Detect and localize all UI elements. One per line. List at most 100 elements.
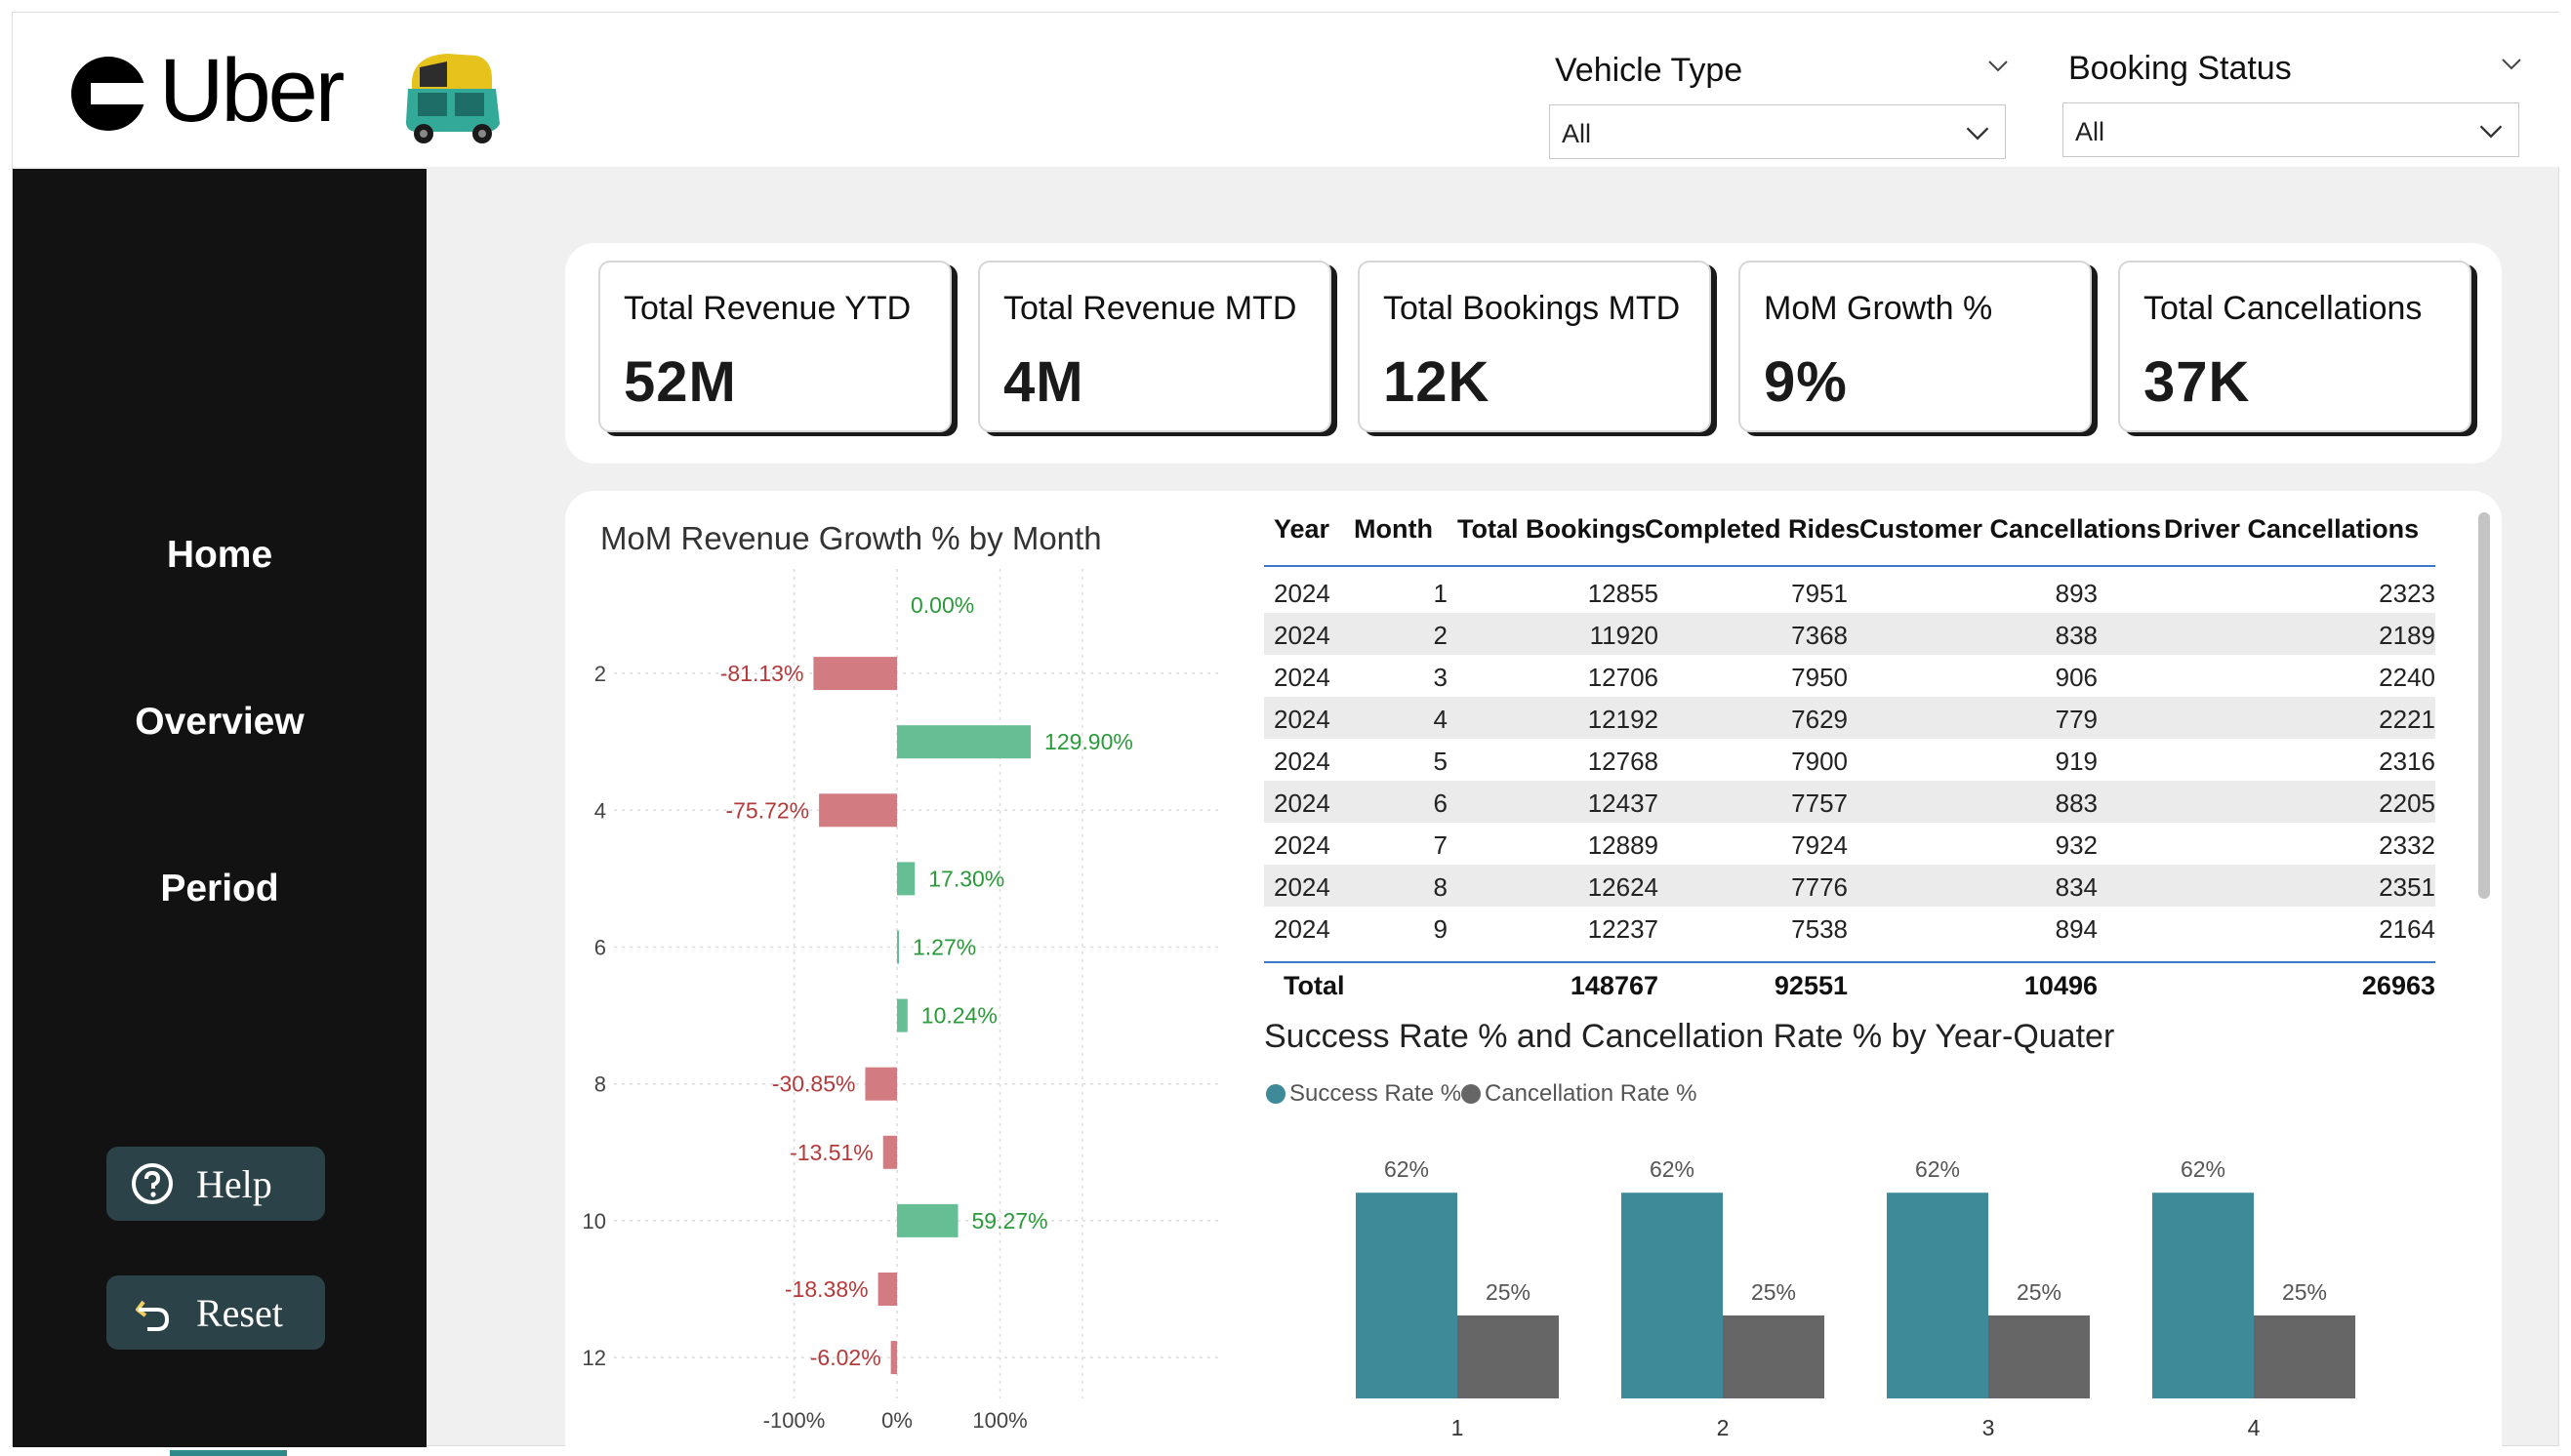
data-label: 0.00% [911, 592, 974, 618]
table-cell: 7538 [1791, 914, 1848, 944]
booking-status-label: Booking Status [2068, 50, 2292, 87]
help-button[interactable]: Help [106, 1147, 325, 1221]
table-cell: 2024 [1274, 872, 1330, 902]
data-label: -81.13% [720, 661, 804, 686]
table-cell: 12437 [1587, 789, 1658, 818]
table-cell: 894 [2055, 914, 2098, 944]
column-header[interactable]: Driver Cancellations [2164, 514, 2419, 545]
table-cell: 2323 [2379, 579, 2435, 608]
table-cell: 7924 [1791, 830, 1848, 860]
legend-label: Success Rate % [1289, 1080, 1462, 1107]
data-label: -30.85% [772, 1072, 856, 1097]
reset-button[interactable]: Reset [106, 1275, 325, 1350]
x-tick-label: 0% [881, 1408, 913, 1433]
data-label: -18.38% [785, 1276, 869, 1302]
success-rate-chart-title: Success Rate % and Cancellation Rate % b… [1264, 1018, 2115, 1055]
booking-status-dropdown[interactable]: All [2062, 102, 2519, 157]
column-header[interactable]: Year [1274, 514, 1329, 545]
table-row[interactable]: 2024 6 12437 7757 883 2205 [1264, 781, 2435, 823]
kpi-value: 37K [2143, 350, 2251, 414]
data-label: 25% [2017, 1279, 2061, 1305]
kpi-title: Total Cancellations [2143, 290, 2423, 327]
mom-chart-title: MoM Revenue Growth % by Month [600, 520, 1102, 556]
table-cell: 4 [1433, 705, 1448, 734]
column-header[interactable]: Total Bookings [1457, 514, 1646, 545]
table-row[interactable]: 2024 8 12624 7776 834 2351 [1264, 865, 2435, 907]
table-cell: 12624 [1587, 872, 1658, 902]
table-row[interactable]: 2024 9 12237 7538 894 2164 [1264, 907, 2435, 949]
x-tick-label: 1 [1451, 1415, 1464, 1440]
chevron-down-icon[interactable] [1986, 54, 2010, 77]
header: Uber Vehicle Type All Booking Status All [13, 13, 2560, 167]
kpi-title: MoM Growth % [1764, 290, 1993, 327]
legend-success-rate: Success Rate % [1266, 1080, 1461, 1108]
table-cell: 7757 [1791, 789, 1848, 818]
booking-status-value: All [2075, 117, 2105, 146]
data-label: 25% [1751, 1279, 1796, 1305]
table-row[interactable]: 2024 7 12889 7924 932 2332 [1264, 823, 2435, 865]
table-cell: 7951 [1791, 579, 1848, 608]
legend-label: Cancellation Rate % [1485, 1080, 1697, 1107]
table-row[interactable]: 2024 4 12192 7629 779 2221 [1264, 697, 2435, 739]
data-label: 59.27% [972, 1208, 1048, 1234]
monthly-table: Year Month Total Bookings Completed Ride… [1254, 491, 2455, 1000]
table-row[interactable]: 2024 3 12706 7950 906 2240 [1264, 655, 2435, 697]
kpi-title: Total Bookings MTD [1383, 290, 1681, 327]
table-cell: 2189 [2379, 621, 2435, 650]
kpi-value: 12K [1383, 350, 1490, 414]
uber-logo-mark [71, 57, 151, 131]
table-cell: 2205 [2379, 789, 2435, 818]
table-cell: 7368 [1791, 621, 1848, 650]
data-label: -75.72% [725, 797, 809, 823]
table-scrollbar[interactable] [2478, 512, 2490, 899]
chevron-down-icon [1966, 127, 1989, 141]
nav-home[interactable]: Home [13, 534, 427, 577]
data-label: -13.51% [790, 1140, 874, 1165]
table-cell: 1 [1433, 579, 1448, 608]
table-cell: 2024 [1274, 747, 1330, 776]
main-panel: MoM Revenue Growth % by Month 2 4 6 8 10 12 0.… [565, 491, 2502, 1447]
bar [1988, 1315, 2090, 1398]
table-row[interactable]: 2024 1 12855 7951 893 2323 [1264, 571, 2435, 613]
kpi-card-mom-growth: MoM Growth % 9% [1738, 261, 2092, 432]
column-header[interactable]: Customer Cancellations [1859, 514, 2161, 545]
x-tick-label: 3 [1982, 1415, 1995, 1440]
column-header[interactable]: Completed Rides [1645, 514, 1860, 545]
chevron-down-icon [2479, 125, 2503, 139]
table-cell: 834 [2055, 872, 2098, 902]
table-cell: 11920 [1589, 621, 1658, 650]
table-cell: 883 [2055, 789, 2098, 818]
x-tick-label: 2 [1717, 1415, 1730, 1440]
vehicle-type-label: Vehicle Type [1555, 52, 1743, 89]
table-cell: 2024 [1274, 663, 1330, 692]
data-label: 62% [2181, 1156, 2225, 1182]
column-header[interactable]: Month [1354, 514, 1433, 545]
x-tick-label: 100% [972, 1408, 1027, 1433]
data-label: 62% [1384, 1156, 1429, 1182]
bar [1457, 1315, 1559, 1398]
dashboard-frame: Uber Vehicle Type All Booking Status All… [12, 12, 2560, 1447]
table-cell: 7950 [1791, 663, 1848, 692]
data-label: -6.02% [810, 1345, 881, 1370]
table-cell: 2024 [1274, 621, 1330, 650]
table-cell: 12889 [1587, 830, 1658, 860]
total-label: Total [1284, 971, 1345, 1000]
nav-overview[interactable]: Overview [13, 701, 427, 744]
table-cell: 779 [2055, 705, 2098, 734]
data-label: 62% [1915, 1156, 1960, 1182]
bar [865, 1067, 897, 1101]
vehicle-type-dropdown[interactable]: All [1549, 104, 2006, 159]
kpi-strip: Total Revenue YTD 52M Total Revenue MTD … [565, 243, 2502, 464]
nav-period[interactable]: Period [13, 868, 427, 910]
table-row[interactable]: 2024 2 11920 7368 838 2189 [1264, 613, 2435, 655]
question-circle-icon [132, 1163, 173, 1204]
table-cell: 7776 [1791, 872, 1848, 902]
chevron-down-icon[interactable] [2500, 52, 2523, 75]
table-row[interactable]: 2024 5 12768 7900 919 2316 [1264, 739, 2435, 781]
total-completed-rides: 92551 [1774, 971, 1848, 1000]
bar [897, 725, 1032, 759]
y-tick-label: 12 [583, 1346, 606, 1370]
table-cell: 2024 [1274, 914, 1330, 944]
bar [882, 1135, 897, 1169]
table-cell: 12237 [1587, 914, 1658, 944]
